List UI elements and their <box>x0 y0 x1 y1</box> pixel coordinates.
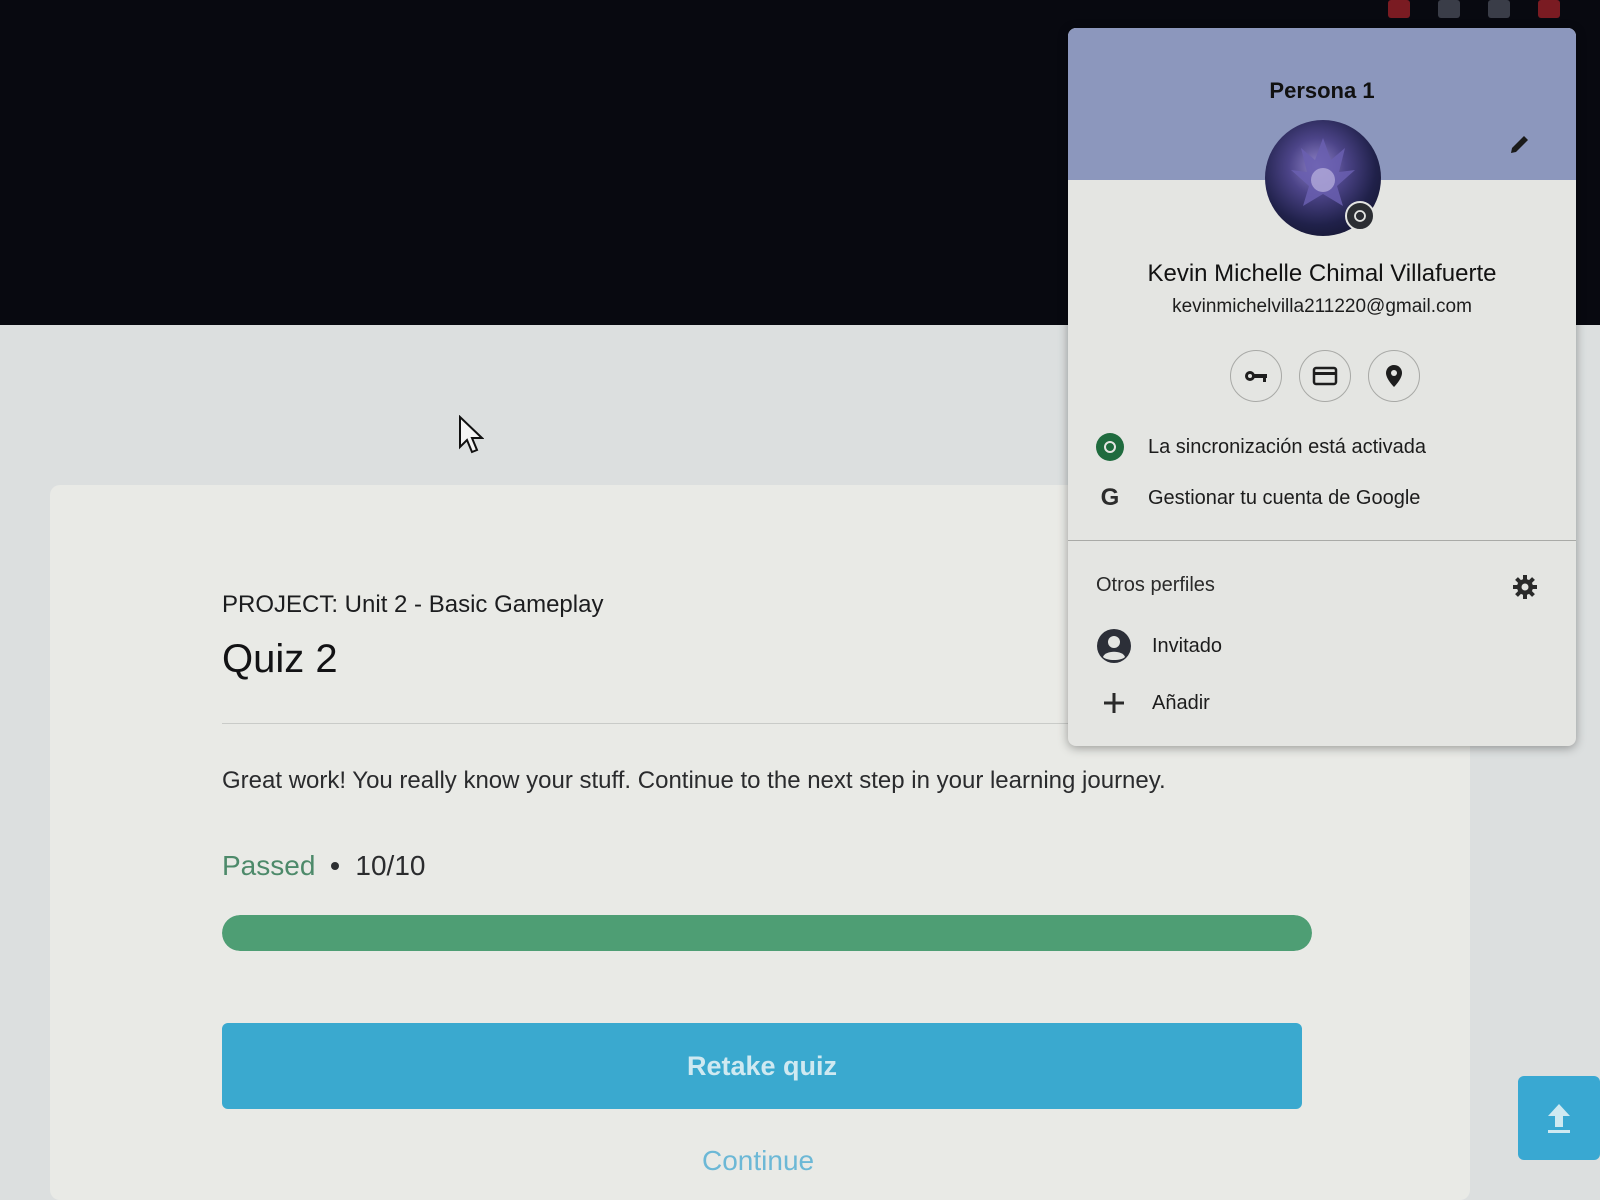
puzzle-icon[interactable] <box>1438 0 1460 18</box>
manage-profiles-button[interactable] <box>1510 572 1540 602</box>
guest-profile-row[interactable]: Invitado <box>1096 628 1222 664</box>
card-icon <box>1312 366 1338 386</box>
mouse-cursor-icon <box>459 415 484 454</box>
plus-icon <box>1096 685 1132 721</box>
account-full-name: Kevin Michelle Chimal Villafuerte <box>1147 260 1497 287</box>
google-mark: G <box>1100 484 1120 511</box>
continue-link[interactable]: Continue <box>702 1145 814 1177</box>
progress-fill <box>222 915 1312 951</box>
separator-dot <box>331 862 340 870</box>
sync-badge <box>1345 201 1375 231</box>
other-profiles-heading: Otros perfiles <box>1096 574 1215 596</box>
popup-divider <box>1068 540 1576 541</box>
scroll-to-top-button[interactable] <box>1518 1076 1600 1160</box>
profile-icon[interactable] <box>1538 0 1560 18</box>
google-icon: G <box>1096 484 1124 512</box>
quiz-title: Quiz 2 <box>222 637 338 681</box>
manage-google-account-row[interactable]: G Gestionar tu cuenta de Google <box>1096 484 1421 512</box>
guest-avatar-icon <box>1097 629 1131 663</box>
account-email: kevinmichelvilla211220@gmail.com <box>1172 296 1472 317</box>
score-value: 10/10 <box>355 850 426 881</box>
persona-name: Persona 1 <box>1269 78 1375 103</box>
score-progress-bar <box>222 915 1312 951</box>
status-label: Passed <box>222 850 316 881</box>
gear-icon <box>1513 575 1537 599</box>
guest-label: Invitado <box>1152 634 1223 657</box>
add-profile-label: Añadir <box>1152 691 1210 714</box>
key-icon <box>1245 371 1267 382</box>
retake-quiz-button[interactable]: Retake quiz <box>222 1023 1302 1109</box>
sidebar-icon[interactable] <box>1488 0 1510 18</box>
location-pin-icon <box>1386 365 1402 387</box>
arrow-up-icon <box>1548 1104 1570 1133</box>
profile-menu-popup: Persona 1 Kevin Michelle Chimal Villafue… <box>1068 28 1576 746</box>
sync-status-label: La sincronización está activada <box>1148 435 1426 458</box>
quick-actions <box>1230 350 1420 402</box>
project-label: PROJECT: Unit 2 - Basic Gameplay <box>222 591 604 618</box>
sync-icon <box>1354 210 1366 222</box>
payment-methods-button[interactable] <box>1299 350 1351 402</box>
pencil-icon <box>1511 136 1528 153</box>
sync-status-row[interactable]: La sincronización está activada <box>1096 433 1426 461</box>
browser-toolbar-icons <box>1388 0 1560 18</box>
result-message: Great work! You really know your stuff. … <box>222 767 1166 794</box>
plus-glyph-icon <box>1104 693 1124 713</box>
sync-arrows-icon <box>1104 441 1116 453</box>
score-line: Passed 10/10 <box>222 850 425 882</box>
add-profile-row[interactable]: Añadir <box>1096 685 1210 721</box>
edit-profile-button[interactable] <box>1504 128 1536 160</box>
addresses-button[interactable] <box>1368 350 1420 402</box>
extension-icon[interactable] <box>1388 0 1410 18</box>
passwords-button[interactable] <box>1230 350 1282 402</box>
sync-on-icon <box>1096 433 1124 461</box>
manage-account-label: Gestionar tu cuenta de Google <box>1148 486 1421 509</box>
